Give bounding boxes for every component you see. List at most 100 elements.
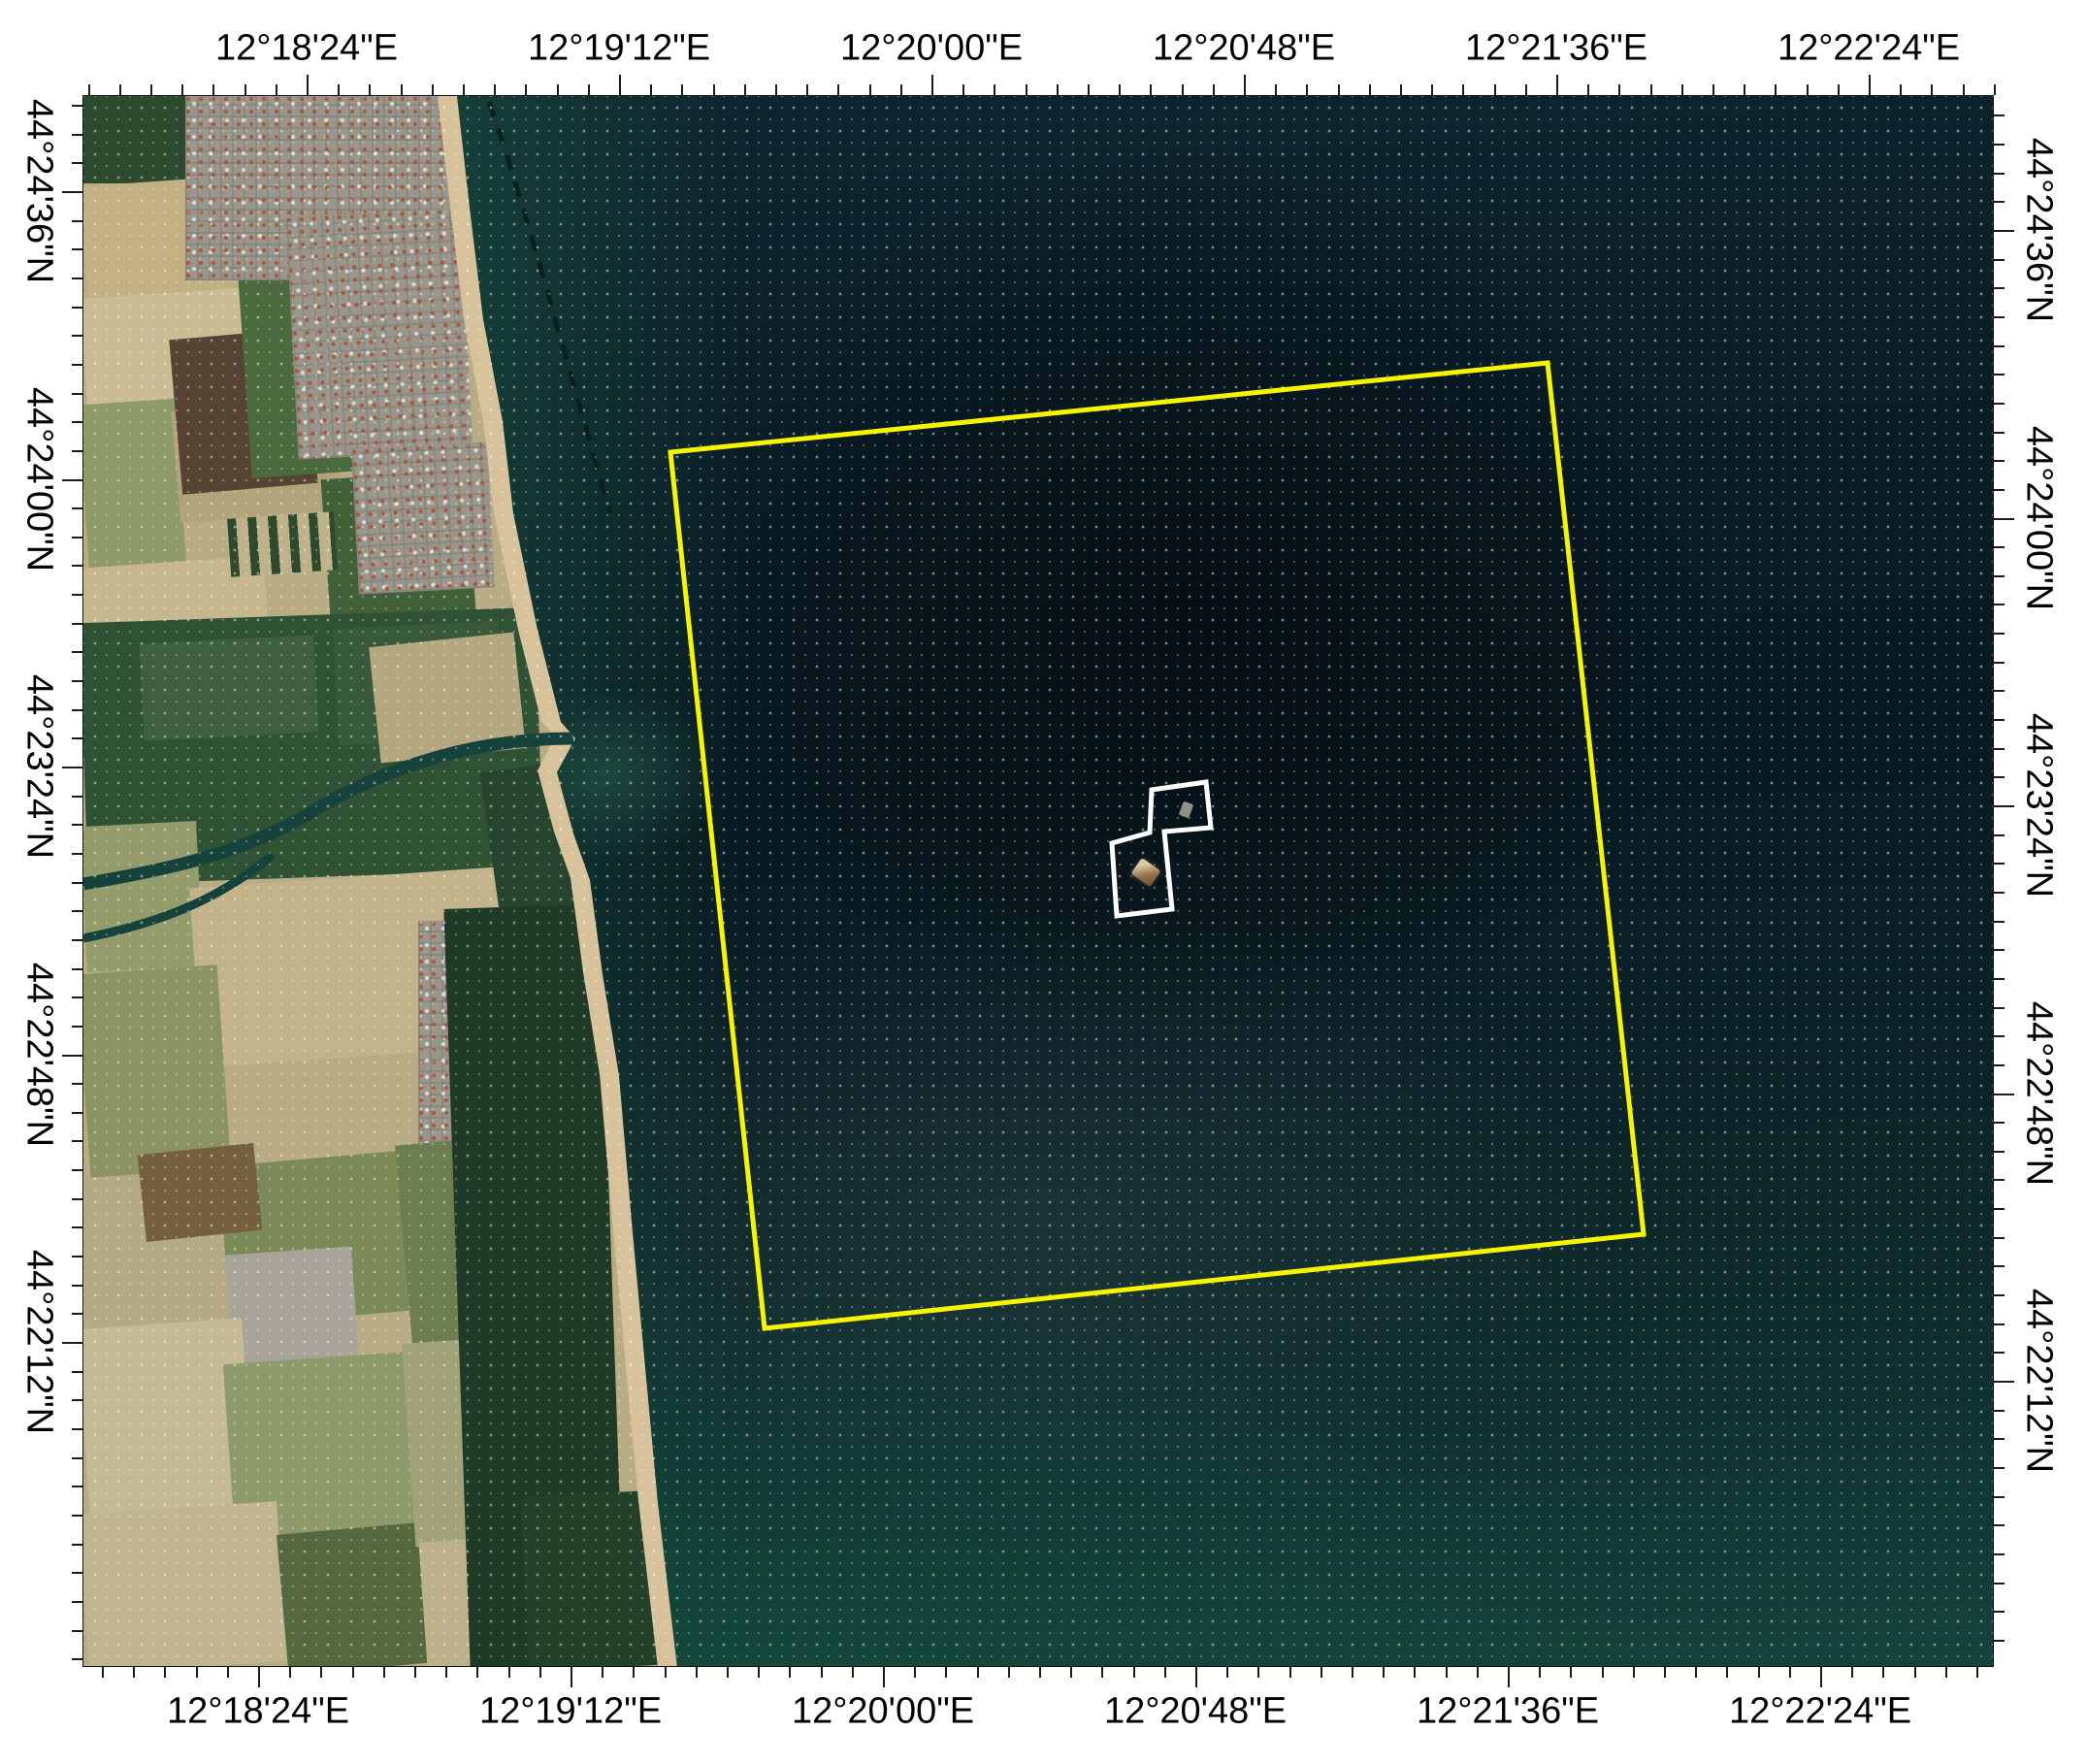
minor-tick — [696, 1667, 698, 1678]
minor-tick — [1119, 84, 1121, 95]
minor-tick — [1994, 173, 2005, 175]
major-tick — [619, 75, 621, 95]
minor-tick — [557, 84, 559, 95]
minor-tick — [72, 737, 82, 739]
minor-tick — [1695, 1667, 1697, 1678]
minor-tick — [650, 84, 652, 95]
minor-tick — [72, 939, 82, 941]
minor-tick — [1150, 84, 1152, 95]
minor-tick — [1994, 114, 2005, 116]
minor-tick — [1994, 1265, 2005, 1267]
minor-tick — [338, 84, 340, 95]
minor-tick — [1945, 1667, 1947, 1678]
longitude-label: 12°18'24"E — [215, 28, 398, 70]
minor-tick — [1383, 1667, 1385, 1678]
minor-tick — [1994, 1208, 2005, 1210]
map-canvas — [82, 95, 1994, 1667]
map-figure: 12°18'24"E12°19'12"E12°20'00"E12°20'48"E… — [0, 0, 2087, 1764]
minor-tick — [1994, 776, 2005, 778]
minor-tick — [1994, 1640, 2005, 1642]
minor-tick — [1618, 84, 1620, 95]
minor-tick — [758, 1667, 760, 1678]
minor-tick — [1587, 84, 1589, 95]
minor-tick — [72, 507, 82, 509]
minor-tick — [1775, 84, 1777, 95]
minor-tick — [245, 84, 246, 95]
minor-tick — [1994, 949, 2005, 951]
minor-tick — [227, 1667, 229, 1678]
minor-tick — [1994, 1035, 2005, 1037]
minor-tick — [1994, 604, 2005, 605]
minor-tick — [1994, 1179, 2005, 1181]
minor-tick — [1789, 1667, 1791, 1678]
major-tick — [62, 1342, 82, 1344]
minor-tick — [1994, 892, 2005, 894]
image-footprint-box — [670, 363, 1644, 1328]
minor-tick — [900, 84, 902, 95]
minor-tick — [1182, 84, 1184, 95]
minor-tick — [602, 1667, 603, 1678]
minor-tick — [681, 84, 683, 95]
minor-tick — [72, 1457, 82, 1459]
minor-tick — [539, 1667, 541, 1678]
minor-tick — [1994, 719, 2005, 721]
minor-tick — [1275, 84, 1277, 95]
minor-tick — [72, 1515, 82, 1517]
latitude-label: 44°23'24"N — [18, 674, 60, 859]
minor-tick — [1088, 84, 1090, 95]
minor-tick — [1994, 575, 2005, 577]
major-tick — [1994, 1094, 2014, 1095]
minor-tick — [588, 84, 590, 95]
minor-tick — [72, 623, 82, 625]
minor-tick — [1807, 84, 1809, 95]
minor-tick — [401, 84, 403, 95]
latitude-label: 44°24'36"N — [18, 99, 60, 283]
minor-tick — [1070, 1667, 1072, 1678]
latitude-label: 44°22'48"N — [2018, 1001, 2060, 1186]
major-tick — [62, 1055, 82, 1057]
minor-tick — [1726, 1667, 1728, 1678]
minor-tick — [212, 84, 214, 95]
minor-tick — [414, 1667, 416, 1678]
minor-tick — [525, 84, 527, 95]
minor-tick — [1931, 84, 1933, 95]
minor-tick — [665, 1667, 667, 1678]
minor-tick — [72, 651, 82, 653]
minor-tick — [1133, 1667, 1135, 1678]
minor-tick — [1477, 1667, 1479, 1678]
minor-tick — [72, 278, 82, 279]
minor-tick — [1539, 1667, 1541, 1678]
major-tick — [1994, 230, 2014, 232]
major-tick — [931, 75, 933, 95]
minor-tick — [72, 537, 82, 539]
longitude-label: 12°19'12"E — [528, 28, 710, 70]
minor-tick — [72, 1601, 82, 1603]
minor-tick — [72, 1140, 82, 1142]
minor-tick — [196, 1667, 198, 1678]
minor-tick — [1462, 84, 1464, 95]
minor-tick — [914, 1667, 916, 1678]
minor-tick — [1570, 1667, 1572, 1678]
minor-tick — [1994, 1122, 2005, 1124]
minor-tick — [133, 1667, 135, 1678]
minor-tick — [320, 1667, 322, 1678]
minor-tick — [72, 1371, 82, 1373]
minor-tick — [962, 84, 964, 95]
minor-tick — [1994, 460, 2005, 462]
minor-tick — [1994, 316, 2005, 318]
minor-tick — [508, 1667, 510, 1678]
minor-tick — [1882, 1667, 1884, 1678]
minor-tick — [1602, 1667, 1604, 1678]
minor-tick — [1976, 1667, 1978, 1678]
minor-tick — [977, 1667, 979, 1678]
minor-tick — [1994, 1151, 2005, 1153]
latitude-label: 44°23'24"N — [2018, 713, 2060, 898]
minor-tick — [727, 1667, 729, 1678]
minor-tick — [352, 1667, 354, 1678]
major-tick — [1820, 1667, 1822, 1687]
minor-tick — [72, 421, 82, 423]
minor-tick — [72, 393, 82, 395]
minor-tick — [1994, 1524, 2005, 1526]
minor-tick — [72, 162, 82, 164]
minor-tick — [72, 1226, 82, 1228]
